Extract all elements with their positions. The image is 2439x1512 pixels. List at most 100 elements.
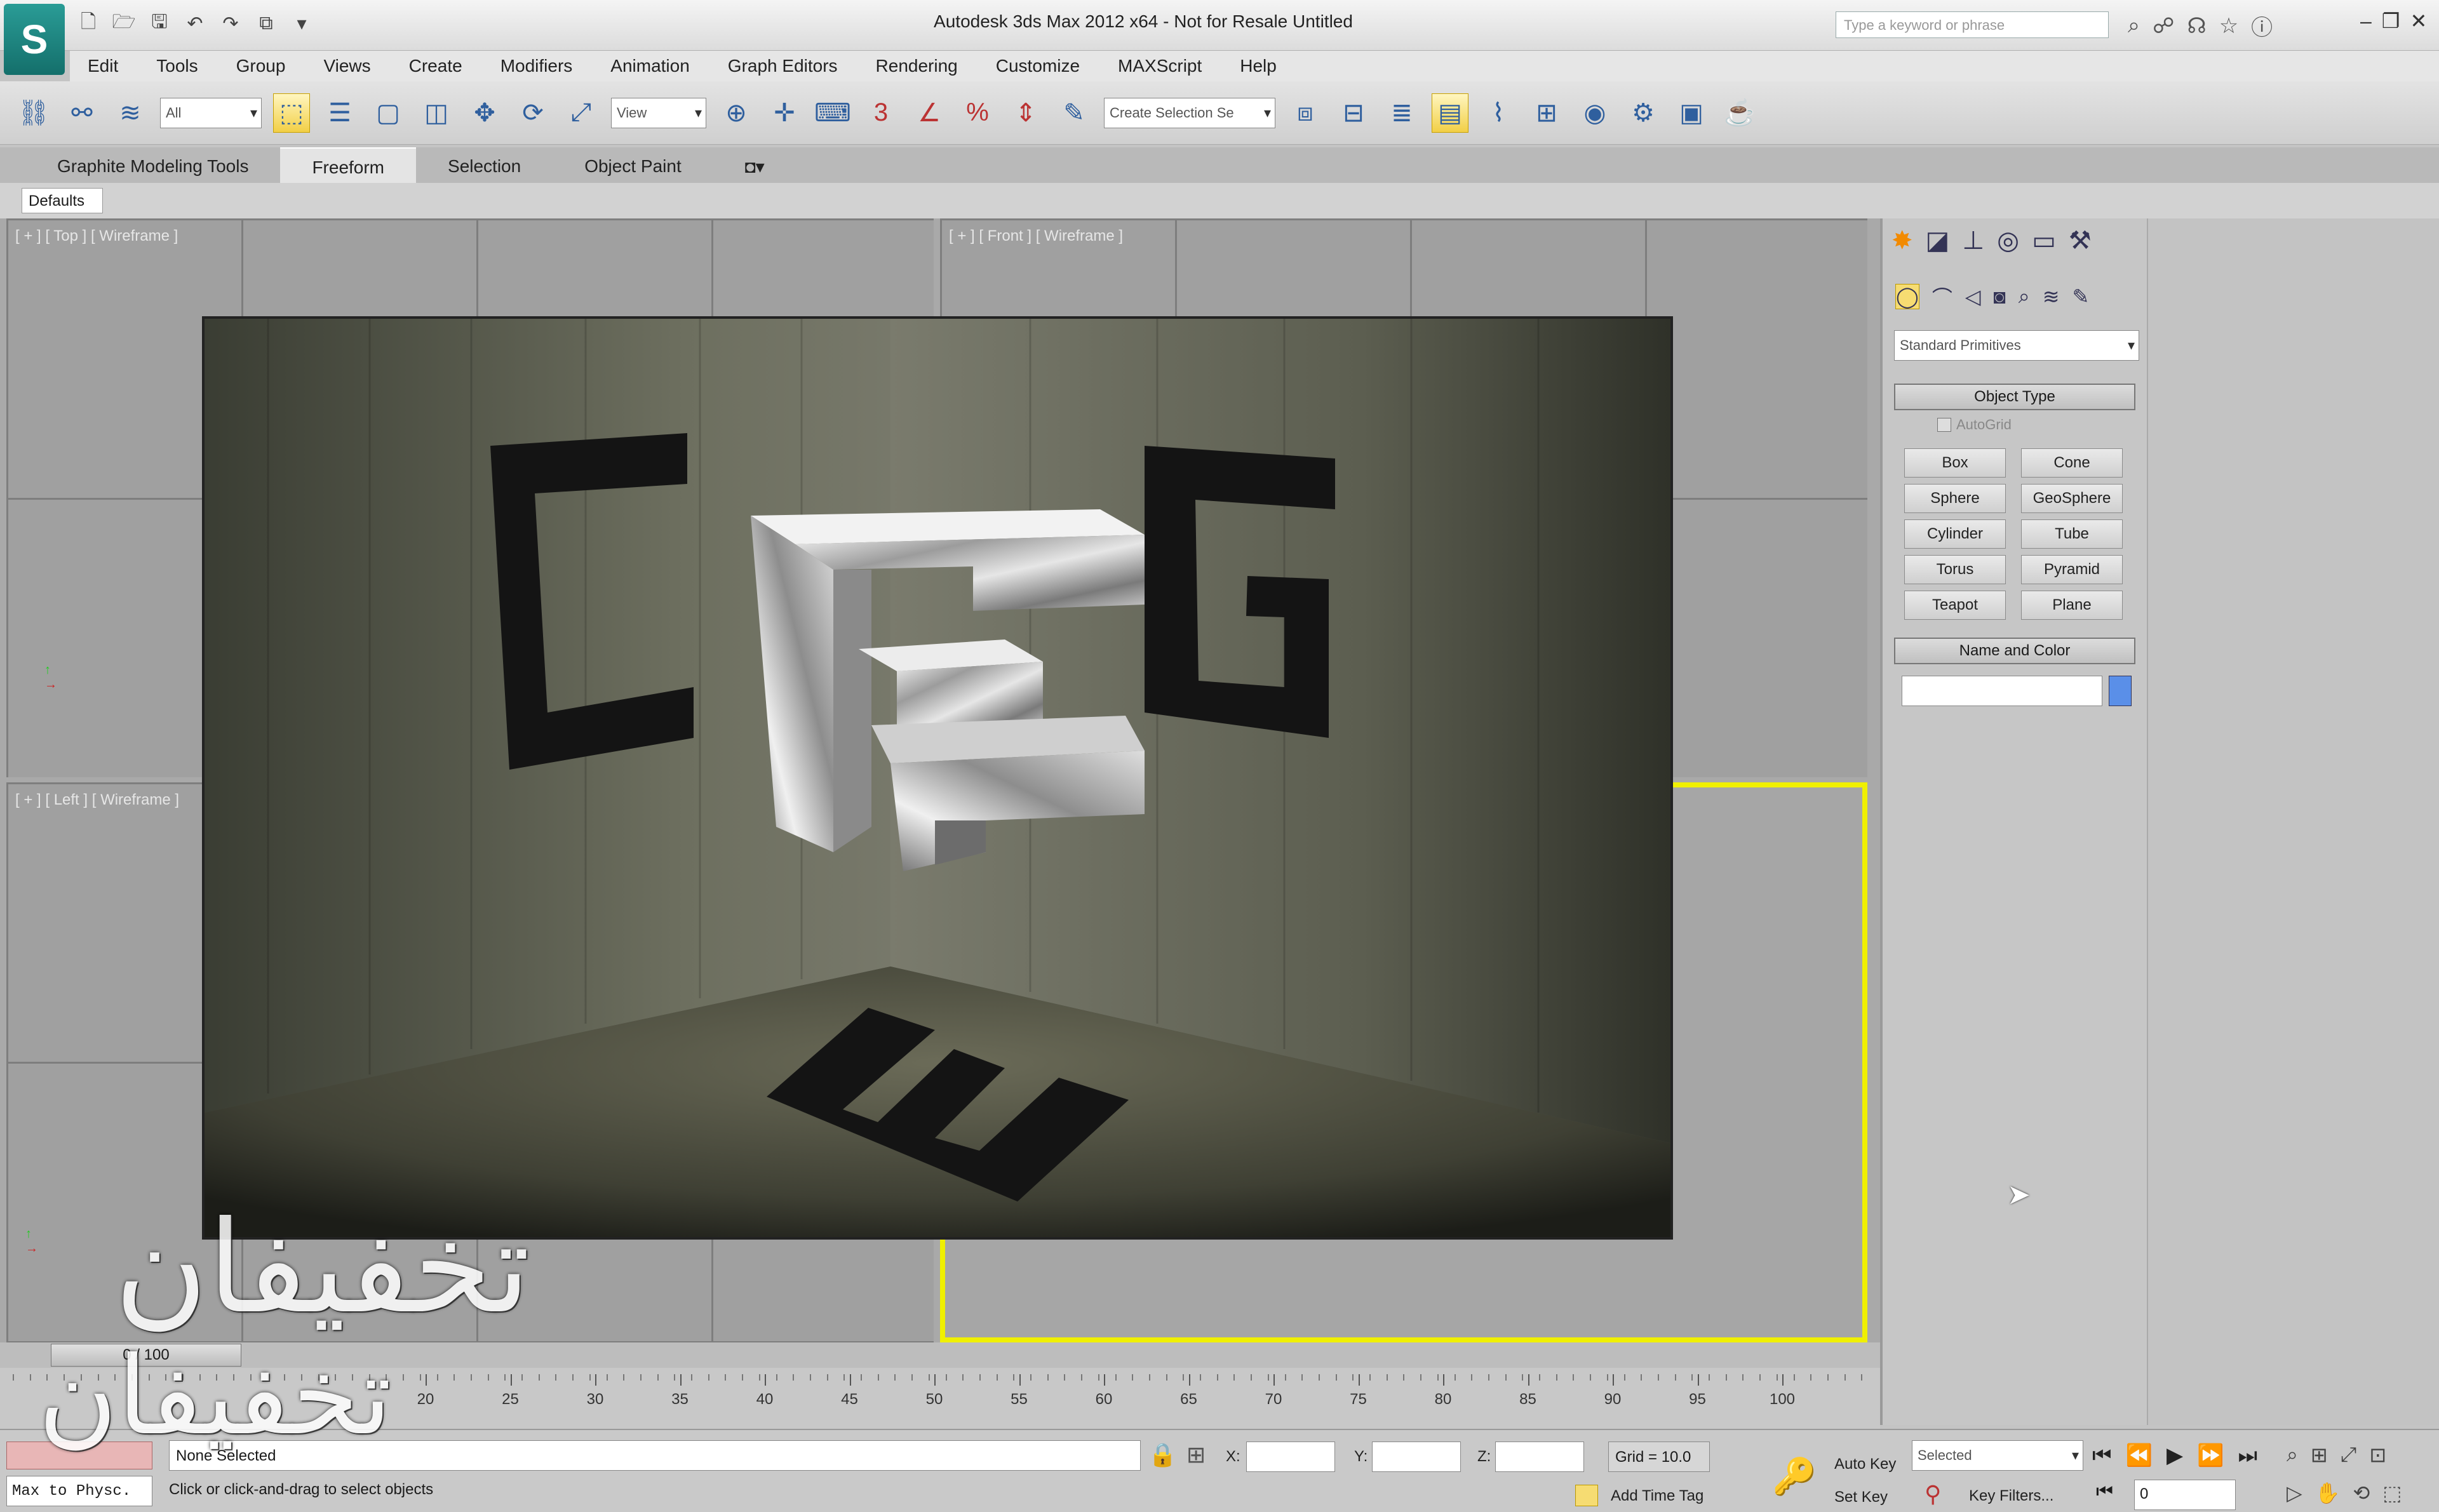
menu-maxscript[interactable]: MAXScript <box>1118 56 1202 76</box>
object-name-input[interactable] <box>1902 676 2102 706</box>
spinner-snap-icon[interactable]: ⇕ <box>1007 93 1044 133</box>
absolute-mode-icon[interactable]: ⊞ <box>1186 1442 1206 1468</box>
graphite-toggle-icon[interactable]: ▤ <box>1432 93 1468 133</box>
current-frame-input[interactable]: 0 <box>2134 1480 2236 1510</box>
tab-graphite-modeling-tools[interactable]: Graphite Modeling Tools <box>25 147 280 183</box>
snaps-toggle-icon[interactable]: 3 <box>863 93 899 133</box>
utilities-tab-icon[interactable]: ⚒ <box>2069 226 2092 255</box>
x-coordinate-input[interactable] <box>1246 1442 1335 1472</box>
tab-selection[interactable]: Selection <box>416 147 553 183</box>
motion-tab-icon[interactable]: ◎ <box>1997 226 2019 255</box>
layer-manager-icon[interactable]: ≣ <box>1383 93 1420 133</box>
menu-customize[interactable]: Customize <box>996 56 1080 76</box>
tab-freeform[interactable]: Freeform <box>280 147 417 183</box>
select-object-icon[interactable]: ⬚ <box>273 93 310 133</box>
new-file-icon[interactable]: 🗋 <box>76 11 100 36</box>
quick-access-dropdown-icon[interactable]: ▾ <box>290 11 314 36</box>
field-of-view-icon[interactable]: ▷ <box>2287 1481 2302 1505</box>
zoom-icon[interactable]: ⌕ <box>2287 1443 2298 1467</box>
cameras-icon[interactable]: ◙ <box>1993 285 2005 309</box>
communication-center-icon[interactable]: ☊ <box>2187 13 2206 39</box>
create-tab-icon[interactable]: ✸ <box>1891 226 1913 255</box>
pivot-center-icon[interactable]: ⊕ <box>718 93 755 133</box>
unlink-icon[interactable]: ⚯ <box>64 93 100 133</box>
pyramid-button[interactable]: Pyramid <box>2021 555 2123 584</box>
subscription-icon[interactable]: ☍ <box>2153 13 2174 39</box>
menu-help[interactable]: Help <box>1240 56 1277 76</box>
render-production-icon[interactable]: ☕ <box>1721 93 1758 133</box>
mirror-icon[interactable]: ⧈ <box>1287 93 1324 133</box>
save-icon[interactable]: 🖫 <box>147 11 171 36</box>
y-coordinate-input[interactable] <box>1372 1442 1461 1472</box>
object-color-swatch[interactable] <box>2109 676 2132 706</box>
menu-create[interactable]: Create <box>409 56 462 76</box>
add-time-tag-button[interactable]: Add Time Tag <box>1611 1487 1703 1505</box>
key-mode-dropdown[interactable]: Selected <box>1912 1440 2083 1471</box>
previous-frame-icon[interactable]: ⏪ <box>2126 1443 2153 1468</box>
object-type-rollout[interactable]: Object Type <box>1894 384 2135 410</box>
select-by-name-icon[interactable]: ☰ <box>321 93 358 133</box>
shapes-icon[interactable]: ⌒ <box>1932 282 1952 311</box>
key-filter-icon[interactable]: ⚲ <box>1925 1481 1941 1508</box>
space-warps-icon[interactable]: ≋ <box>2043 284 2060 309</box>
select-and-link-icon[interactable]: ⛓ <box>15 93 52 133</box>
key-mode-toggle-icon[interactable]: ⏮ <box>2096 1481 2113 1502</box>
binoculars-icon[interactable]: ⌕ <box>2128 13 2140 38</box>
open-file-icon[interactable]: 🗁 <box>112 11 136 36</box>
name-and-color-rollout[interactable]: Name and Color <box>1894 638 2135 664</box>
hierarchy-tab-icon[interactable]: ⊥ <box>1962 226 1984 255</box>
defaults-tab[interactable]: Defaults <box>22 188 103 213</box>
window-crossing-icon[interactable]: ◫ <box>418 93 455 133</box>
bind-space-warp-icon[interactable]: ≋ <box>112 93 149 133</box>
menu-rendering[interactable]: Rendering <box>876 56 958 76</box>
select-and-manipulate-icon[interactable]: ✛ <box>766 93 803 133</box>
orbit-icon[interactable]: ⟲ <box>2353 1481 2370 1505</box>
set-key-button[interactable]: Set Key <box>1834 1489 1888 1506</box>
close-icon[interactable]: ✕ <box>2410 9 2427 33</box>
display-tab-icon[interactable]: ▭ <box>2032 226 2056 255</box>
go-to-start-icon[interactable]: ⏮ <box>2092 1443 2112 1468</box>
helpers-icon[interactable]: ⌕ <box>2019 284 2030 309</box>
teapot-button[interactable]: Teapot <box>1904 591 2006 620</box>
minimize-icon[interactable]: – <box>2360 10 2372 33</box>
project-folder-icon[interactable]: ⧉ <box>254 11 278 36</box>
ribbon-options-icon[interactable]: ◘▾ <box>713 147 796 183</box>
viewport-top-label[interactable]: [ + ] [ Top ] [ Wireframe ] <box>15 227 178 245</box>
search-input[interactable]: Type a keyword or phrase <box>1836 11 2109 38</box>
keyboard-shortcut-toggle-icon[interactable]: ⌨ <box>814 93 851 133</box>
angle-snap-icon[interactable]: ∠ <box>911 93 948 133</box>
material-editor-icon[interactable]: ◉ <box>1576 93 1613 133</box>
cylinder-button[interactable]: Cylinder <box>1904 519 2006 549</box>
plane-button[interactable]: Plane <box>2021 591 2123 620</box>
move-icon[interactable]: ✥ <box>466 93 503 133</box>
cone-button[interactable]: Cone <box>2021 448 2123 478</box>
render-setup-icon[interactable]: ⚙ <box>1625 93 1662 133</box>
scale-icon[interactable]: ⤢ <box>563 93 600 133</box>
pan-view-icon[interactable]: ✋ <box>2315 1481 2341 1505</box>
help-icon[interactable]: ⓘ <box>2251 10 2273 41</box>
tube-button[interactable]: Tube <box>2021 519 2123 549</box>
lights-icon[interactable]: ◁ <box>1965 284 1981 309</box>
maxscript-mini-listener[interactable]: Max to Physc. <box>6 1476 152 1506</box>
geometry-icon[interactable]: ◯ <box>1895 284 1919 309</box>
key-filters-button[interactable]: Key Filters... <box>1969 1487 2053 1505</box>
edit-named-selection-icon[interactable]: ✎ <box>1056 93 1092 133</box>
rectangular-selection-icon[interactable]: ▢ <box>370 93 406 133</box>
zoom-all-icon[interactable]: ⊞ <box>2311 1443 2328 1467</box>
next-frame-icon[interactable]: ⏩ <box>2197 1443 2224 1468</box>
selection-filter-dropdown[interactable]: All <box>160 97 262 128</box>
zoom-extents-icon[interactable]: ⤢ <box>2341 1443 2357 1467</box>
menu-edit[interactable]: Edit <box>88 56 118 76</box>
redo-icon[interactable]: ↷ <box>218 11 243 36</box>
box-button[interactable]: Box <box>1904 448 2006 478</box>
named-selection-sets-dropdown[interactable]: Create Selection Se <box>1104 97 1275 128</box>
auto-key-button[interactable]: Auto Key <box>1834 1455 1896 1473</box>
menu-tools[interactable]: Tools <box>156 56 198 76</box>
systems-icon[interactable]: ✎ <box>2073 284 2090 309</box>
curve-editor-icon[interactable]: ⌇ <box>1480 93 1517 133</box>
rendered-frame-window-icon[interactable]: ▣ <box>1673 93 1710 133</box>
menu-graph-editors[interactable]: Graph Editors <box>728 56 838 76</box>
percent-snap-icon[interactable]: % <box>959 93 996 133</box>
rotate-icon[interactable]: ⟳ <box>514 93 551 133</box>
align-icon[interactable]: ⊟ <box>1335 93 1372 133</box>
